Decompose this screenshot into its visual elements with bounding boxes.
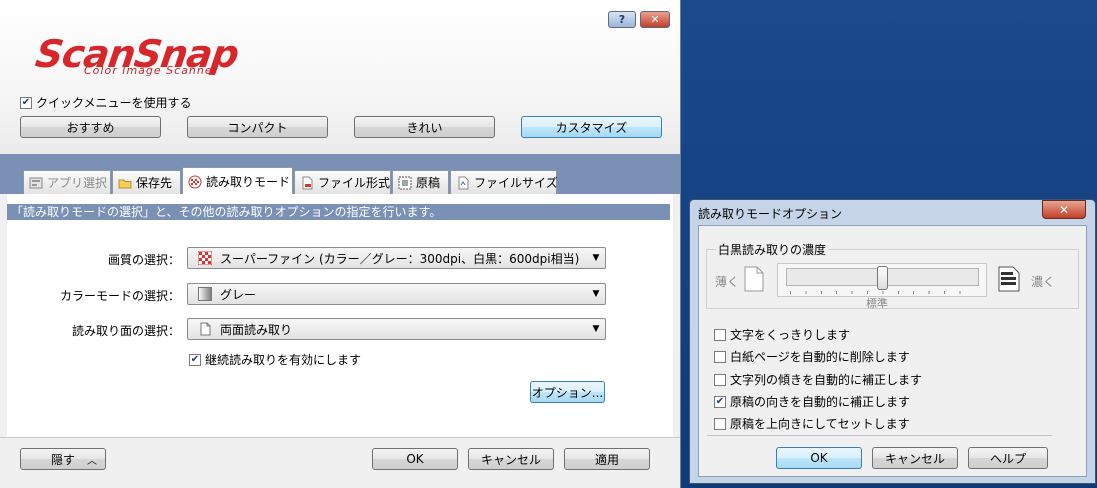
dialog-title: 読み取りモードオプション <box>698 207 843 221</box>
chevron-down-icon: ▼ <box>592 324 600 334</box>
duplex-icon <box>200 322 211 336</box>
light-label: 薄く <box>715 275 740 289</box>
dialog-cancel-button[interactable]: キャンセル <box>872 447 958 469</box>
deskew-checkbox[interactable]: 文字列の傾きを自動的に補正します <box>714 371 922 388</box>
description-bar: 「読み取りモードの選択」と、その他の読み取りオプションの指定を行います。 <box>7 204 670 220</box>
close-title-button[interactable]: ✕ <box>640 11 670 28</box>
tab-label: 読み取りモード <box>206 175 291 189</box>
chevron-down-icon: ▼ <box>592 289 600 299</box>
tab-label: 保存先 <box>136 176 173 190</box>
color-mode-select[interactable]: グレー ▼ <box>187 283 606 305</box>
hide-button[interactable]: 隠す ︿ <box>20 448 106 470</box>
dark-label: 濃く <box>1031 275 1056 289</box>
dialog-divider <box>707 435 1052 436</box>
auto-rotate-checkbox[interactable]: ✔ 原稿の向きを自動的に補正します <box>714 393 910 410</box>
continuous-scan-checkbox[interactable]: ✔ 継続読み取りを有効にします <box>189 351 361 368</box>
color-mode-label: カラーモードの選択： <box>59 289 180 303</box>
superfine-icon <box>198 251 212 265</box>
scan-side-label: 読み取り面の選択： <box>71 324 180 338</box>
tab-label: ファイルサイズ <box>474 176 558 190</box>
folder-icon <box>118 179 132 188</box>
preset-customize-button[interactable]: カスタマイズ <box>521 116 662 138</box>
tab-scan-mode[interactable]: 読み取りモード <box>182 167 293 195</box>
slider-ticks <box>790 291 975 294</box>
document-icon <box>398 176 412 189</box>
dialog-close-button[interactable]: ✕ <box>1042 200 1086 219</box>
tab-document[interactable]: 原稿 <box>392 170 449 194</box>
chevron-down-icon: ▼ <box>592 253 600 263</box>
app-icon <box>29 177 43 188</box>
tab-label: 原稿 <box>416 176 441 190</box>
divider <box>0 437 680 438</box>
scan-side-select[interactable]: 両面読み取り ▼ <box>187 318 606 340</box>
help-title-button[interactable]: ? <box>608 11 636 28</box>
quality-label: 画質の選択： <box>107 253 180 267</box>
scan-mode-icon <box>188 175 202 188</box>
option-label: 原稿を上向きにしてセットします <box>730 417 910 431</box>
file-icon <box>302 176 313 189</box>
sharpen-text-checkbox[interactable]: 文字をくっきりします <box>714 326 850 343</box>
scansnap-logo: ScanSnap Color Image Scanner <box>33 32 336 82</box>
quick-menu-label: クイックメニューを使用する <box>36 96 192 110</box>
scan-side-value: 両面読み取り <box>220 322 293 337</box>
checkbox-box <box>714 328 726 341</box>
file-size-icon <box>458 176 469 189</box>
preset-compact-button[interactable]: コンパクト <box>187 116 328 138</box>
remove-blank-page-checkbox[interactable]: 白紙ページを自動的に削除します <box>714 348 910 365</box>
checkbox-mark-icon: ✔ <box>20 96 32 109</box>
color-mode-value: グレー <box>220 287 257 302</box>
checkbox-box <box>714 373 726 386</box>
tab-app-select[interactable]: アプリ選択 <box>23 170 111 194</box>
light-page-icon <box>744 266 764 292</box>
option-label: 原稿の向きを自動的に補正します <box>730 395 911 409</box>
checkbox-box <box>714 417 726 430</box>
option-label: 白紙ページを自動的に削除します <box>730 350 910 364</box>
density-group-title: 白黒読み取りの濃度 <box>716 241 829 258</box>
scansnap-settings-window: ? ✕ ScanSnap Color Image Scanner ✔ クイックメ… <box>0 0 681 488</box>
dark-page-icon <box>998 266 1020 292</box>
options-button[interactable]: オプション... <box>530 381 605 403</box>
checkbox-mark-icon: ✔ <box>189 353 201 366</box>
option-label: 文字列の傾きを自動的に補正します <box>730 373 923 387</box>
quality-value: スーパーファイン (カラー／グレー：300dpi、白黒：600dpi相当) <box>220 251 580 266</box>
logo-subtitle: Color Image Scanner <box>84 64 219 77</box>
preset-recommended-button[interactable]: おすすめ <box>20 116 161 138</box>
apply-button[interactable]: 適用 <box>564 448 650 470</box>
option-label: 文字をくっきりします <box>730 328 851 342</box>
dialog-help-button[interactable]: ヘルプ <box>968 447 1048 469</box>
standard-label: 標準 <box>866 297 888 310</box>
continuous-scan-label: 継続読み取りを有効にします <box>205 353 362 367</box>
density-slider-thumb[interactable] <box>877 266 888 290</box>
checkbox-box <box>714 350 726 363</box>
chevron-up-icon: ︿ <box>87 455 97 467</box>
cancel-button[interactable]: キャンセル <box>468 448 554 470</box>
gray-mode-icon <box>198 287 212 301</box>
checkbox-mark-icon: ✔ <box>714 395 726 408</box>
face-up-checkbox[interactable]: 原稿を上向きにしてセットします <box>714 415 910 432</box>
dialog-ok-button[interactable]: OK <box>776 447 862 469</box>
hide-label: 隠す <box>51 452 76 467</box>
tab-label: ファイル形式 <box>318 176 391 190</box>
tab-file-size[interactable]: ファイルサイズ <box>450 170 558 194</box>
ok-button[interactable]: OK <box>372 448 458 470</box>
tab-file-format[interactable]: ファイル形式 <box>294 170 391 194</box>
quality-select[interactable]: スーパーファイン (カラー／グレー：300dpi、白黒：600dpi相当) ▼ <box>187 247 606 269</box>
tab-save-destination[interactable]: 保存先 <box>112 170 181 194</box>
tab-label: アプリ選択 <box>47 176 108 190</box>
preset-clean-button[interactable]: きれい <box>354 116 495 138</box>
quick-menu-checkbox[interactable]: ✔ クイックメニューを使用する <box>20 94 192 111</box>
